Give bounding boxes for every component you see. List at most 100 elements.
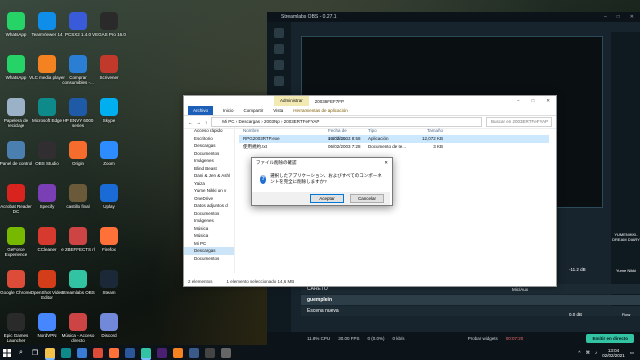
address-bar[interactable]: Mi PC › Descargas › 2003Np › 2003ERTFeFY… [211, 117, 482, 127]
explorer-titlebar: Administrar 20036FEF7FP – □ ✕ [184, 96, 556, 106]
vlc-icon[interactable] [173, 347, 183, 358]
image-file-icon [69, 184, 87, 202]
tab-share[interactable]: Compartir [244, 106, 264, 115]
nav-item[interactable]: Blind Beast [184, 165, 234, 173]
tab-home[interactable]: Inicio [223, 106, 234, 115]
nav-item[interactable]: Imágenes [184, 217, 234, 225]
nav-item[interactable]: Yume Nikki un v [184, 187, 234, 195]
scene-item[interactable]: Escena nueva [301, 306, 640, 316]
whatsapp-icon [7, 12, 25, 30]
desktop-icon[interactable]: Zoom [90, 141, 128, 166]
steam-icon[interactable] [189, 347, 199, 358]
desktop-icon[interactable]: Firefox [90, 227, 128, 252]
zoom-icon [100, 141, 118, 159]
mixer-desktop-db: -11.2 dB [569, 267, 586, 272]
file-row[interactable]: RPG2003RTP.exe 10/02/2003 8:58 Aplicación 1… [239, 135, 549, 143]
nav-item[interactable]: Datos adjuntos d [184, 202, 234, 210]
search-input[interactable]: Buscar en 2003ERTFeFYAP [486, 117, 552, 127]
close-icon[interactable]: ✕ [384, 158, 392, 167]
apps-icon[interactable] [274, 60, 284, 70]
desktop-label[interactable]: YUMENIKKI-DREAM DIARY [612, 232, 640, 242]
desktop-icon[interactable]: Uplay [90, 184, 128, 209]
explorer-title: 20036FEF7FP [314, 98, 345, 104]
column-date[interactable]: Fecha de modifica... [328, 127, 368, 141]
edge-icon[interactable] [61, 347, 71, 358]
tab-app-tools[interactable]: Herramientas de aplicación [293, 106, 348, 115]
scrivener-icon [100, 55, 118, 73]
bitrate-readout: 0 kb/s [392, 336, 405, 341]
start-button[interactable] [0, 345, 14, 360]
nav-item[interactable]: Acceso rápido [184, 127, 234, 135]
column-type[interactable]: Tipo [368, 127, 408, 135]
premiere-icon[interactable] [157, 347, 167, 358]
themes-icon[interactable] [274, 44, 284, 54]
scene-item[interactable]: guemplein [301, 295, 640, 305]
dropped-frames: 0 (0.0%) [367, 336, 385, 341]
search-icon[interactable]: ⌕ [14, 349, 28, 357]
obs-icon[interactable] [205, 347, 215, 358]
volume-icon[interactable]: ♪ [595, 350, 597, 355]
desktop-icon[interactable]: Discord [90, 313, 128, 338]
nav-item[interactable]: OneDrive [184, 195, 234, 203]
file-size: 3 KB [433, 144, 443, 149]
column-size[interactable]: Tamaño [408, 127, 443, 135]
steam-icon [100, 270, 118, 288]
nav-item[interactable]: Descargas [184, 142, 234, 150]
file-row[interactable]: 使用規約.txt 06/02/2003 7:28 Documento de te..… [239, 143, 549, 151]
desktop-icon-label: Firefox [102, 247, 116, 252]
store-icon[interactable] [77, 347, 87, 358]
go-live-button[interactable]: Emitir en directo [586, 334, 634, 343]
cancel-button[interactable]: Cancelar [350, 194, 384, 203]
dashboard-icon[interactable] [274, 76, 284, 86]
notifications-icon[interactable]: ▭ [630, 350, 634, 356]
test-widgets-button[interactable]: Probar widgets [468, 336, 498, 341]
selection-info: 1 elemento seleccionado 14,6 MB [226, 279, 295, 284]
tab-file[interactable]: Archivo [188, 106, 214, 115]
clock[interactable]: 13:04 02/02/2021 [602, 348, 625, 358]
context-tab-manage[interactable]: Administrar [274, 96, 309, 106]
desktop-icon[interactable]: VEGAS Pro 16.0 [90, 12, 128, 37]
obs-titlebar: Streamlabs OBS - 0.27.1 – □ ✕ [267, 12, 640, 22]
minimize-icon[interactable]: – [604, 14, 607, 20]
desktop-icon[interactable]: Scrivener [90, 55, 128, 80]
nav-item[interactable]: Documentos [184, 255, 234, 263]
maximize-icon[interactable]: □ [532, 98, 535, 104]
desktop-icon[interactable]: Skype [90, 98, 128, 123]
close-icon[interactable]: ✕ [630, 14, 634, 20]
pdf-icon [69, 227, 87, 245]
column-name[interactable]: Nombre [239, 127, 328, 135]
word-icon[interactable] [125, 347, 135, 358]
close-icon[interactable]: ✕ [546, 98, 550, 104]
chrome-icon[interactable] [93, 347, 103, 358]
nav-item[interactable]: Escritorio [184, 135, 234, 143]
network-icon[interactable]: ⌘ [585, 350, 590, 356]
file-name: 使用規約.txt [243, 144, 268, 149]
nav-item[interactable]: Mi PC [184, 240, 234, 248]
maximize-icon[interactable]: □ [617, 14, 620, 20]
nav-item[interactable]: Música [184, 232, 234, 240]
minimize-icon[interactable]: – [517, 98, 520, 104]
nav-item[interactable]: Documentos [184, 150, 234, 158]
ok-button[interactable]: Aceptar [310, 194, 344, 203]
back-arrow-icon[interactable]: ← [188, 120, 193, 125]
firefox-icon[interactable] [109, 347, 119, 358]
up-arrow-icon[interactable]: ↑ [205, 120, 207, 125]
nav-item[interactable]: Descargas [184, 247, 234, 255]
desktop-label[interactable]: Yume Nikki [612, 268, 640, 273]
forward-arrow-icon[interactable]: → [197, 120, 202, 125]
nav-item[interactable]: Imágenes [184, 157, 234, 165]
editor-icon[interactable] [274, 28, 284, 38]
nav-item[interactable]: Documentos [184, 210, 234, 218]
chevron-up-icon[interactable]: ^ [578, 350, 580, 355]
tab-view[interactable]: Vista [273, 106, 283, 115]
task-view-icon[interactable]: ❐ [28, 349, 42, 357]
file-explorer-icon[interactable] [45, 347, 55, 358]
desktop-icon[interactable]: Steam [90, 270, 128, 295]
desktop-label[interactable]: Flow [612, 312, 640, 317]
nav-item[interactable]: Música [184, 225, 234, 233]
settings-icon[interactable] [221, 347, 231, 358]
music-shortcut-icon [69, 313, 87, 331]
nav-item[interactable]: Dani & Jen & Ashl [184, 172, 234, 180]
nav-item[interactable]: Yaiza [184, 180, 234, 188]
streamlabs-icon[interactable] [141, 347, 151, 358]
